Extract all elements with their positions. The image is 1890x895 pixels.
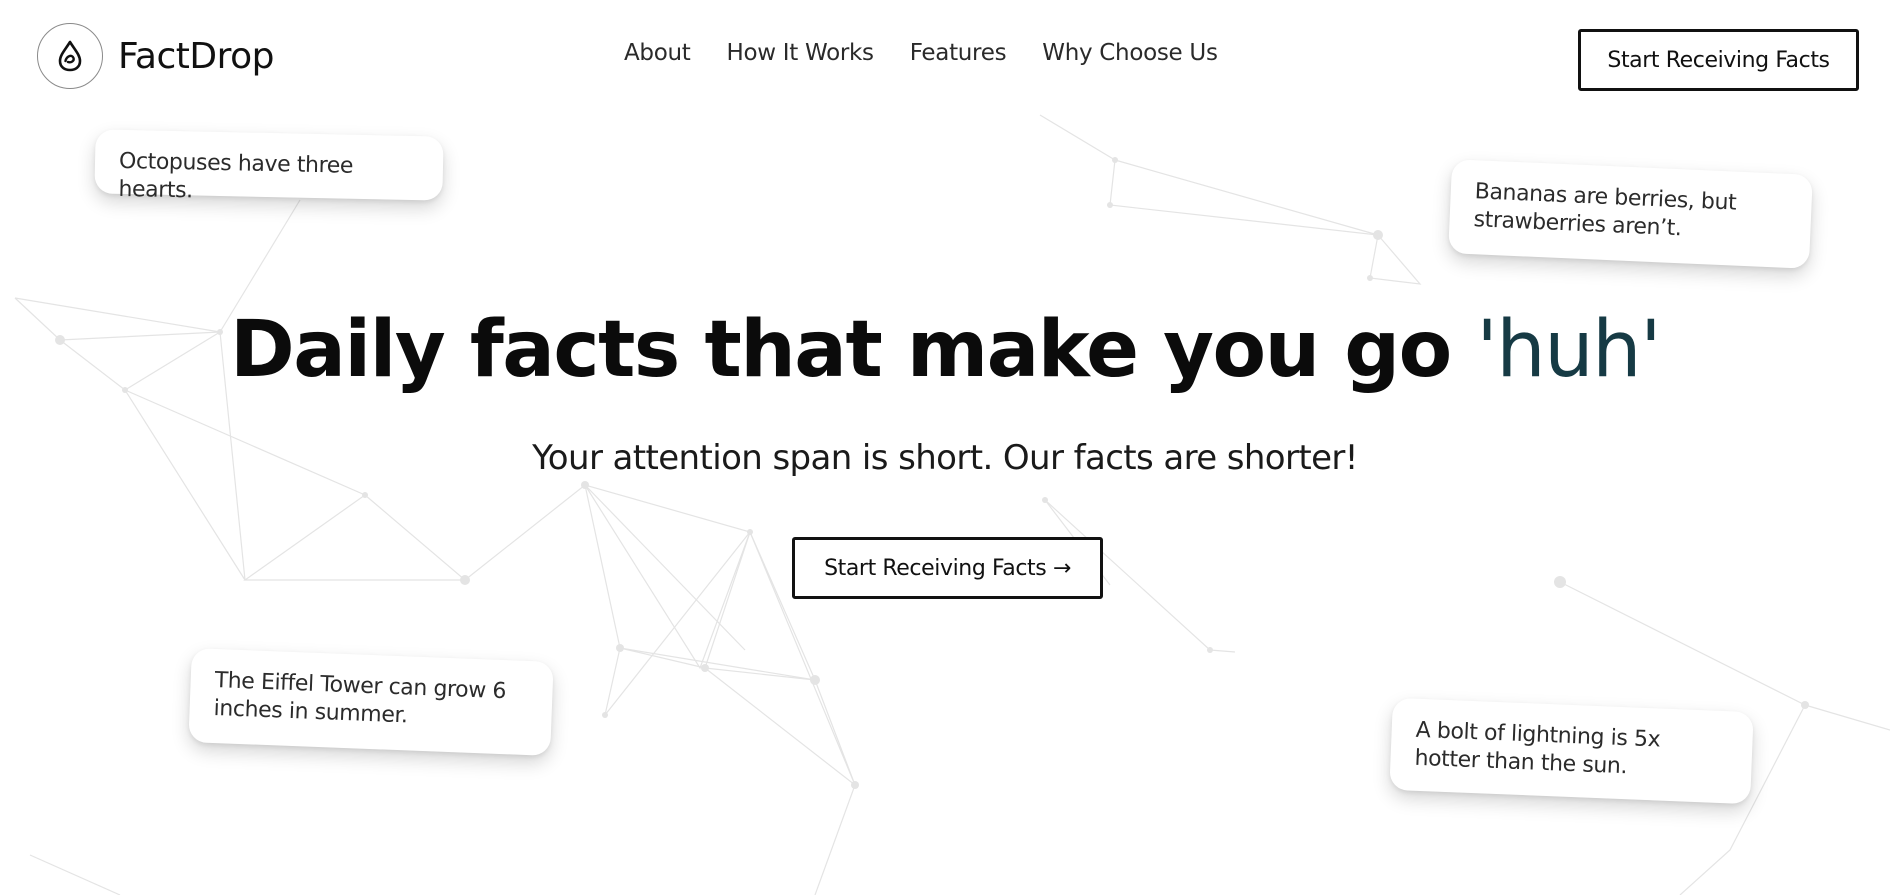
nav-item-about[interactable]: About xyxy=(624,40,691,66)
brand-logo[interactable]: FactDrop xyxy=(37,23,274,89)
hero-title-main: Daily facts that make you go xyxy=(229,305,1477,395)
fact-card: Bananas are berries, but strawberries ar… xyxy=(1448,159,1813,269)
main-nav: About How It Works Features Why Choose U… xyxy=(624,40,1218,66)
fact-card: The Eiffel Tower can grow 6 inches in su… xyxy=(188,648,554,756)
hero-title: Daily facts that make you go 'huh' xyxy=(0,305,1890,395)
landing-page: FactDrop About How It Works Features Why… xyxy=(0,0,1890,895)
nav-item-why-choose-us[interactable]: Why Choose Us xyxy=(1042,40,1218,66)
fact-card: A bolt of lightning is 5x hotter than th… xyxy=(1389,697,1754,805)
header-start-button[interactable]: Start Receiving Facts xyxy=(1578,29,1859,91)
droplet-icon xyxy=(37,23,103,89)
hero-title-accent: 'huh' xyxy=(1476,305,1661,395)
site-header: FactDrop About How It Works Features Why… xyxy=(0,0,1890,112)
hero-subtitle: Your attention span is short. Our facts … xyxy=(532,438,1358,478)
nav-item-how-it-works[interactable]: How It Works xyxy=(727,40,875,66)
nav-item-features[interactable]: Features xyxy=(910,40,1007,66)
fact-card: Octopuses have three hearts. xyxy=(94,129,444,203)
brand-name: FactDrop xyxy=(118,35,274,77)
hero-start-button[interactable]: Start Receiving Facts → xyxy=(792,537,1103,599)
